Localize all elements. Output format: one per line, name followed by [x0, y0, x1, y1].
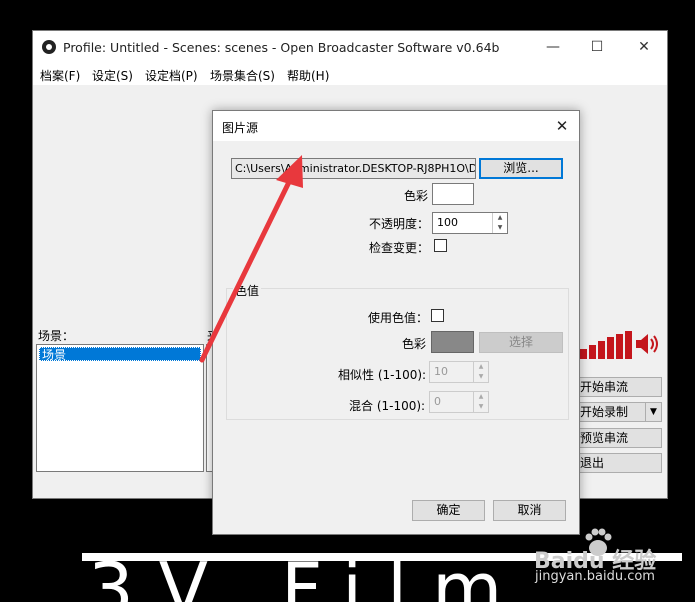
select-color-button[interactable]: 选择	[479, 332, 563, 353]
similarity-value: 10	[434, 365, 448, 378]
meter-bar	[625, 331, 632, 359]
spinner-arrows[interactable]: ▲ ▼	[492, 213, 507, 233]
blend-value: 0	[434, 395, 441, 408]
obs-logo-icon	[42, 40, 56, 54]
close-icon[interactable]: ✕	[629, 36, 659, 58]
title-bar: Profile: Untitled - Scenes: scenes - Ope…	[33, 31, 667, 64]
menu-bar: 档案(F) 设定(S) 设定档(P) 场景集合(S) 帮助(H)	[33, 64, 667, 84]
browse-button[interactable]: 浏览...	[479, 158, 563, 179]
cancel-button[interactable]: 取消	[493, 500, 566, 521]
opacity-label: 不透明度：	[369, 217, 430, 231]
similarity-label: 相似性 (1-100):	[338, 368, 427, 382]
blend-spinner[interactable]: 0 ▲ ▼	[429, 391, 489, 413]
menu-file[interactable]: 档案(F)	[40, 67, 80, 84]
meter-bar	[607, 337, 614, 359]
maximize-icon[interactable]: ☐	[582, 36, 612, 58]
use-chroma-checkbox[interactable]	[431, 309, 444, 322]
dropdown-arrow-icon[interactable]: ▼	[645, 403, 661, 421]
meter-bar	[598, 341, 605, 359]
meter-bar	[589, 345, 596, 359]
exit-button[interactable]: 退出	[575, 453, 662, 473]
dialog-title-bar: 图片源 ✕	[213, 111, 579, 141]
scenes-label: 场景：	[38, 329, 75, 343]
chroma-group-title: 色值	[233, 282, 262, 299]
meter-bar	[616, 334, 623, 359]
audio-level-meter	[580, 331, 632, 359]
menu-scene-collection[interactable]: 场景集合(S)	[210, 67, 275, 84]
menu-profile[interactable]: 设定档(P)	[145, 67, 198, 84]
spinner-arrows[interactable]: ▲ ▼	[473, 392, 488, 412]
opacity-spinner[interactable]: 100 ▲ ▼	[432, 212, 508, 234]
start-recording-button[interactable]: 开始录制 ▼	[575, 402, 662, 422]
similarity-spinner[interactable]: 10 ▲ ▼	[429, 361, 489, 383]
chroma-color-swatch[interactable]	[431, 331, 474, 353]
background-caption: 3V Film	[88, 547, 528, 602]
menu-settings[interactable]: 设定(S)	[92, 67, 133, 84]
monitor-changes-label: 检查变更：	[369, 241, 430, 255]
color-swatch[interactable]	[432, 183, 474, 205]
spinner-arrows[interactable]: ▲ ▼	[473, 362, 488, 382]
start-streaming-button[interactable]: 开始串流	[575, 377, 662, 397]
start-recording-label: 开始录制	[580, 405, 629, 419]
color-label: 色彩	[404, 189, 429, 203]
watermark-url: jingyan.baidu.com	[535, 569, 655, 584]
preview-stream-button[interactable]: 预览串流	[575, 428, 662, 448]
monitor-changes-checkbox[interactable]	[434, 239, 447, 252]
file-path-field[interactable]: C:\Users\Administrator.DESKTOP-RJ8PH1O\D…	[231, 158, 476, 179]
window-title: Profile: Untitled - Scenes: scenes - Ope…	[63, 40, 500, 55]
scenes-list[interactable]: 场景	[36, 344, 204, 472]
speaker-icon[interactable]	[634, 332, 660, 356]
menu-help[interactable]: 帮助(H)	[287, 67, 329, 84]
dialog-close-icon[interactable]: ✕	[549, 114, 575, 138]
opacity-value: 100	[437, 216, 458, 229]
chroma-color-label: 色彩	[402, 337, 427, 351]
image-source-dialog: 图片源 ✕ C:\Users\Administrator.DESKTOP-RJ8…	[212, 110, 580, 535]
use-chroma-label: 使用色值：	[368, 311, 429, 325]
minimize-icon[interactable]: —	[538, 36, 568, 58]
meter-bar	[580, 349, 587, 359]
dialog-title: 图片源	[222, 121, 259, 135]
ok-button[interactable]: 确定	[412, 500, 485, 521]
blend-label: 混合 (1-100):	[349, 399, 426, 413]
scene-item[interactable]: 场景	[39, 347, 201, 362]
